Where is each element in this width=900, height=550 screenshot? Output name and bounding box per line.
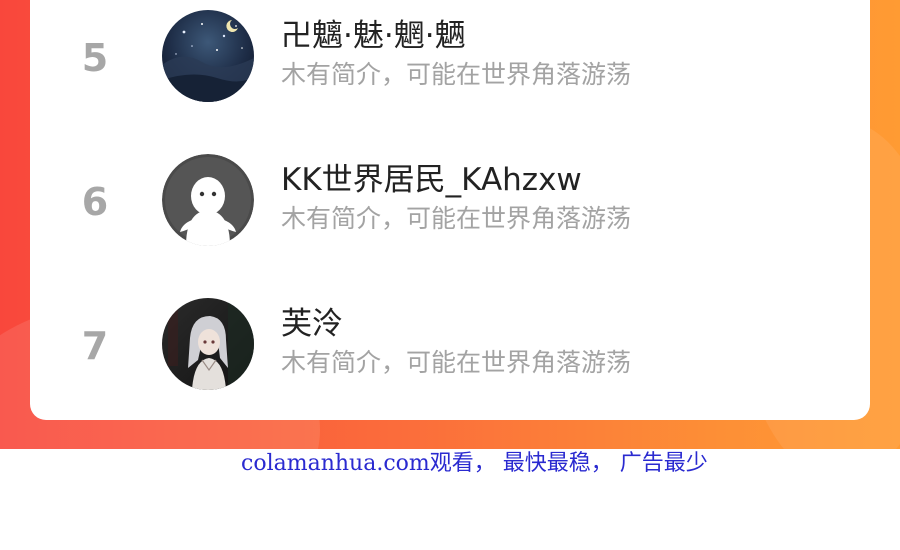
ranking-background: 5 卍魑·魅·魍·魉 木有简介，可能在世界角落游荡 6 KK世界居民_KAhzx… <box>0 0 900 449</box>
ranking-list-item[interactable]: 6 KK世界居民_KAhzxw 木有简介，可能在世界角落游荡 <box>30 144 870 254</box>
ranking-list-card: 5 卍魑·魅·魍·魉 木有简介，可能在世界角落游荡 6 KK世界居民_KAhzx… <box>30 0 870 420</box>
rank-number: 7 <box>81 324 109 368</box>
ranking-list-item[interactable]: 7 芙泠 木有简介，可能在世界角落游荡 <box>30 288 870 398</box>
rank-number: 5 <box>81 36 109 80</box>
user-name[interactable]: KK世界居民_KAhzxw <box>281 160 582 200</box>
default-ghost-avatar-icon[interactable] <box>162 154 254 246</box>
user-bio: 木有简介，可能在世界角落游荡 <box>281 204 632 233</box>
ranking-list-item[interactable]: 5 卍魑·魅·魍·魉 木有简介，可能在世界角落游荡 <box>30 0 870 110</box>
user-bio: 木有简介，可能在世界角落游荡 <box>281 60 632 89</box>
site-watermark: colamanhua.com观看， 最快最稳， 广告最少 <box>241 451 708 476</box>
rank-number: 6 <box>81 180 109 224</box>
user-bio: 木有简介，可能在世界角落游荡 <box>281 348 632 377</box>
night-sky-avatar-icon[interactable] <box>162 10 254 102</box>
anime-character-avatar-icon[interactable] <box>162 298 254 390</box>
user-name[interactable]: 芙泠 <box>281 304 343 344</box>
user-name[interactable]: 卍魑·魅·魍·魉 <box>281 16 466 56</box>
